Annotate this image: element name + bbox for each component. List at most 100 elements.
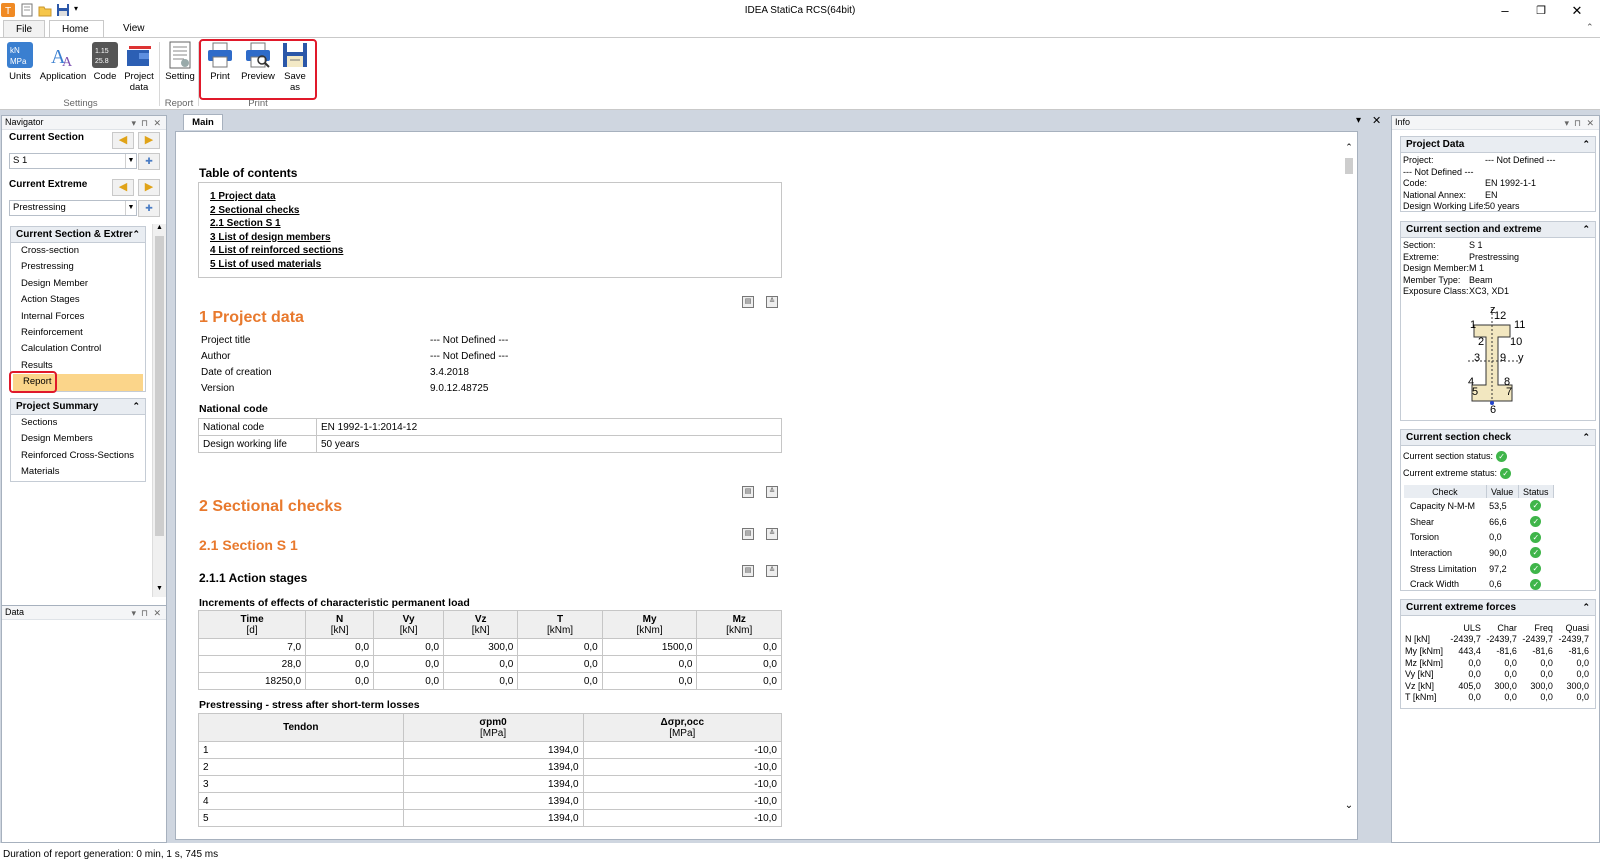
units-button[interactable]: kN MPa Units [4,41,36,82]
current-extreme-forces-header[interactable]: Current extreme forces ⌃ [1401,600,1595,616]
project-data-box-header[interactable]: Project Data ⌃ [1401,137,1595,153]
nav-item-internal-forces[interactable]: Internal Forces [11,309,145,325]
project-summary-group-header[interactable]: Project Summary ⌃ [11,399,145,415]
toc-link[interactable]: 1 Project data [210,190,781,204]
table-cell: 0,0 [305,655,375,673]
collapse-ribbon-icon[interactable]: ⌃ [1586,22,1594,33]
nav-item-sections[interactable]: Sections [11,415,145,431]
current-section-extreme-header[interactable]: Current section and extreme ⌃ [1401,222,1595,238]
table-cell: -2439,7 [1522,634,1553,645]
info-row: Project: --- Not Defined --- [1401,155,1595,167]
section-status-row: Current extreme status: ✓ [1403,466,1595,483]
edit-section-icon[interactable]: ▤ [742,528,754,540]
svg-text:1.15: 1.15 [95,48,109,55]
prev-extreme-button[interactable]: ◀ [112,179,134,196]
report-setting-button[interactable]: Setting [163,41,197,82]
panel-close-icon[interactable]: ✕ [1586,117,1594,130]
edit-section-icon[interactable]: ▤ [742,565,754,577]
table-cell: -10,0 [582,741,783,759]
status-label: Current extreme status: [1403,468,1498,478]
nav-item-calculation-control[interactable]: Calculation Control [11,341,145,357]
toc-link[interactable]: 5 List of used materials [210,258,781,272]
application-button[interactable]: AA Application [38,41,88,82]
table-row: Interaction 90,0 ✓ [1404,545,1554,561]
panel-close-icon[interactable]: ✕ [153,117,161,130]
panel-menu-icon[interactable]: ▾ [131,607,136,620]
toc-link[interactable]: 2.1 Section S 1 [210,217,781,231]
nav-item-action-stages[interactable]: Action Stages [11,292,145,308]
tab-main[interactable]: Main [183,114,223,130]
extreme-settings-button[interactable]: ✚ [138,200,160,217]
table-header-row: Time [d] N [kN] Vy [kN] Vz [kN] T [kNm] My [kNm] Mz[… [197,610,782,639]
row-value: --- Not Defined --- [430,350,509,362]
row-label: National code [198,418,317,436]
row-label: Version [201,382,235,394]
next-extreme-button[interactable]: ▶ [138,179,160,196]
main-tab-close-icon[interactable]: ✕ [1372,114,1381,127]
column-header: σpm0 [MPa] [402,713,584,742]
nav-item-design-member[interactable]: Design Member [11,276,145,292]
table-cell: 0,0 [1540,692,1553,703]
nav-item-materials[interactable]: Materials [11,464,145,480]
edit-section-icon[interactable]: ▤ [742,296,754,308]
check-value: 53,5 [1489,500,1507,511]
info-value: XC3, XD1 [1469,286,1510,297]
table-cell: 0,0 [1468,692,1481,703]
pin-icon[interactable]: ⊓ [141,607,148,620]
info-row: Member Type: Beam [1401,275,1595,287]
edit-section-icon[interactable]: ▤ [742,486,754,498]
panel-menu-icon[interactable]: ▾ [1564,117,1569,130]
scroll-thumb [1345,158,1353,174]
collapse-section-icon[interactable]: ≙ [766,296,778,308]
toc-link[interactable]: 3 List of design members [210,231,781,245]
nav-item-prestressing[interactable]: Prestressing [11,259,145,275]
collapse-section-icon[interactable]: ≙ [766,565,778,577]
row-label: Design working life [198,435,317,453]
section-settings-button[interactable]: ✚ [138,153,160,170]
column-header: N [kN] [305,610,375,639]
prev-section-button[interactable]: ◀ [112,132,134,149]
table-cell: 0,0 [1468,669,1481,680]
project-data-button[interactable]: Project data [121,41,157,93]
current-extreme-select[interactable]: Prestressing ▼ [9,200,137,216]
table-cell: 18250,0 [197,672,307,690]
panel-close-icon[interactable]: ✕ [153,607,161,620]
code-icon: 1.15 25.8 [92,42,118,68]
forces-table: ULS Char Freq Quasi N [kN] -2439,7 -2439,7 -243… [1401,622,1591,703]
table-row: Capacity N-M-M 53,5 ✓ [1404,498,1554,514]
nav-item-design-members[interactable]: Design Members [11,431,145,447]
pin-icon[interactable]: ⊓ [141,117,148,130]
nav-item-reinforced-cross-sections[interactable]: Reinforced Cross-Sections [11,448,145,464]
current-section-select[interactable]: S 1 ▼ [9,153,137,169]
panel-menu-icon[interactable]: ▾ [131,117,136,130]
current-extreme-label: Current Extreme [9,179,88,190]
info-row: Design Member: M 1 [1401,263,1595,275]
chevron-down-icon: ▼ [125,154,136,168]
nav-item-reinforcement[interactable]: Reinforcement [11,325,145,341]
current-section-group-header[interactable]: Current Section & Extrer ⌃ [11,227,145,243]
code-button[interactable]: 1.15 25.8 Code [90,41,120,82]
info-value: S 1 [1469,240,1483,250]
table-row: Crack Width 0,6 ✓ [1404,576,1554,592]
ribbon-tabs: File Home View ⌃ [0,18,1600,40]
info-key: Code: [1403,178,1428,189]
navigator-scrollbar[interactable]: ▲ ▼ [152,224,166,597]
info-value: 50 years [1485,201,1520,212]
table-row: National code EN 1992-1-1:2014-12 [198,418,782,436]
units-label: Units [9,71,31,82]
toc-link[interactable]: 2 Sectional checks [210,204,781,218]
settings-group-label: Settings [63,98,98,109]
info-value: EN 1992-1-1 [1485,178,1537,189]
status-label: Current section status: [1403,451,1494,461]
main-tab-menu-icon[interactable]: ▾ [1356,115,1361,126]
report-scrollbar[interactable]: ⌃ ⌄ [1342,142,1356,814]
collapse-icon: ⌃ [132,229,140,239]
table-cell: 0,0 [696,655,782,673]
current-section-check-header[interactable]: Current section check ⌃ [1401,430,1595,446]
toc-link[interactable]: 4 List of reinforced sections [210,244,781,258]
next-section-button[interactable]: ▶ [138,132,160,149]
collapse-section-icon[interactable]: ≙ [766,486,778,498]
nav-item-cross-section[interactable]: Cross-section [11,243,145,259]
collapse-section-icon[interactable]: ≙ [766,528,778,540]
pin-icon[interactable]: ⊓ [1574,117,1581,130]
